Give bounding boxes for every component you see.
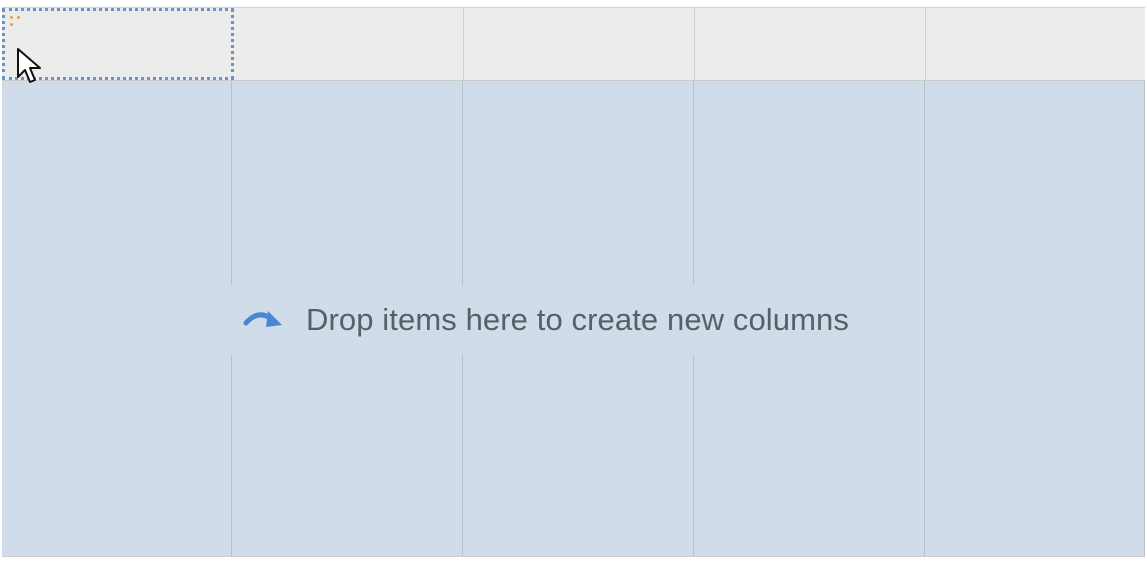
column-body-5 [925, 81, 1145, 556]
curved-arrow-right-icon [243, 311, 282, 327]
drop-hint-text: Drop items here to create new columns [306, 302, 849, 337]
column-header-row [2, 8, 1145, 81]
column-header-5[interactable] [926, 8, 1145, 80]
drop-hint: Drop items here to create new columns [228, 285, 859, 355]
drag-handle-icon[interactable] [9, 15, 25, 31]
column-header-3[interactable] [464, 8, 695, 80]
column-header-2[interactable] [234, 8, 464, 80]
mouse-cursor-icon [17, 48, 41, 83]
column-drop-grid: Drop items here to create new columns [2, 7, 1145, 557]
column-header-4[interactable] [695, 8, 926, 80]
column-body-1 [2, 81, 232, 556]
drop-zone[interactable]: Drop items here to create new columns [2, 81, 1145, 556]
